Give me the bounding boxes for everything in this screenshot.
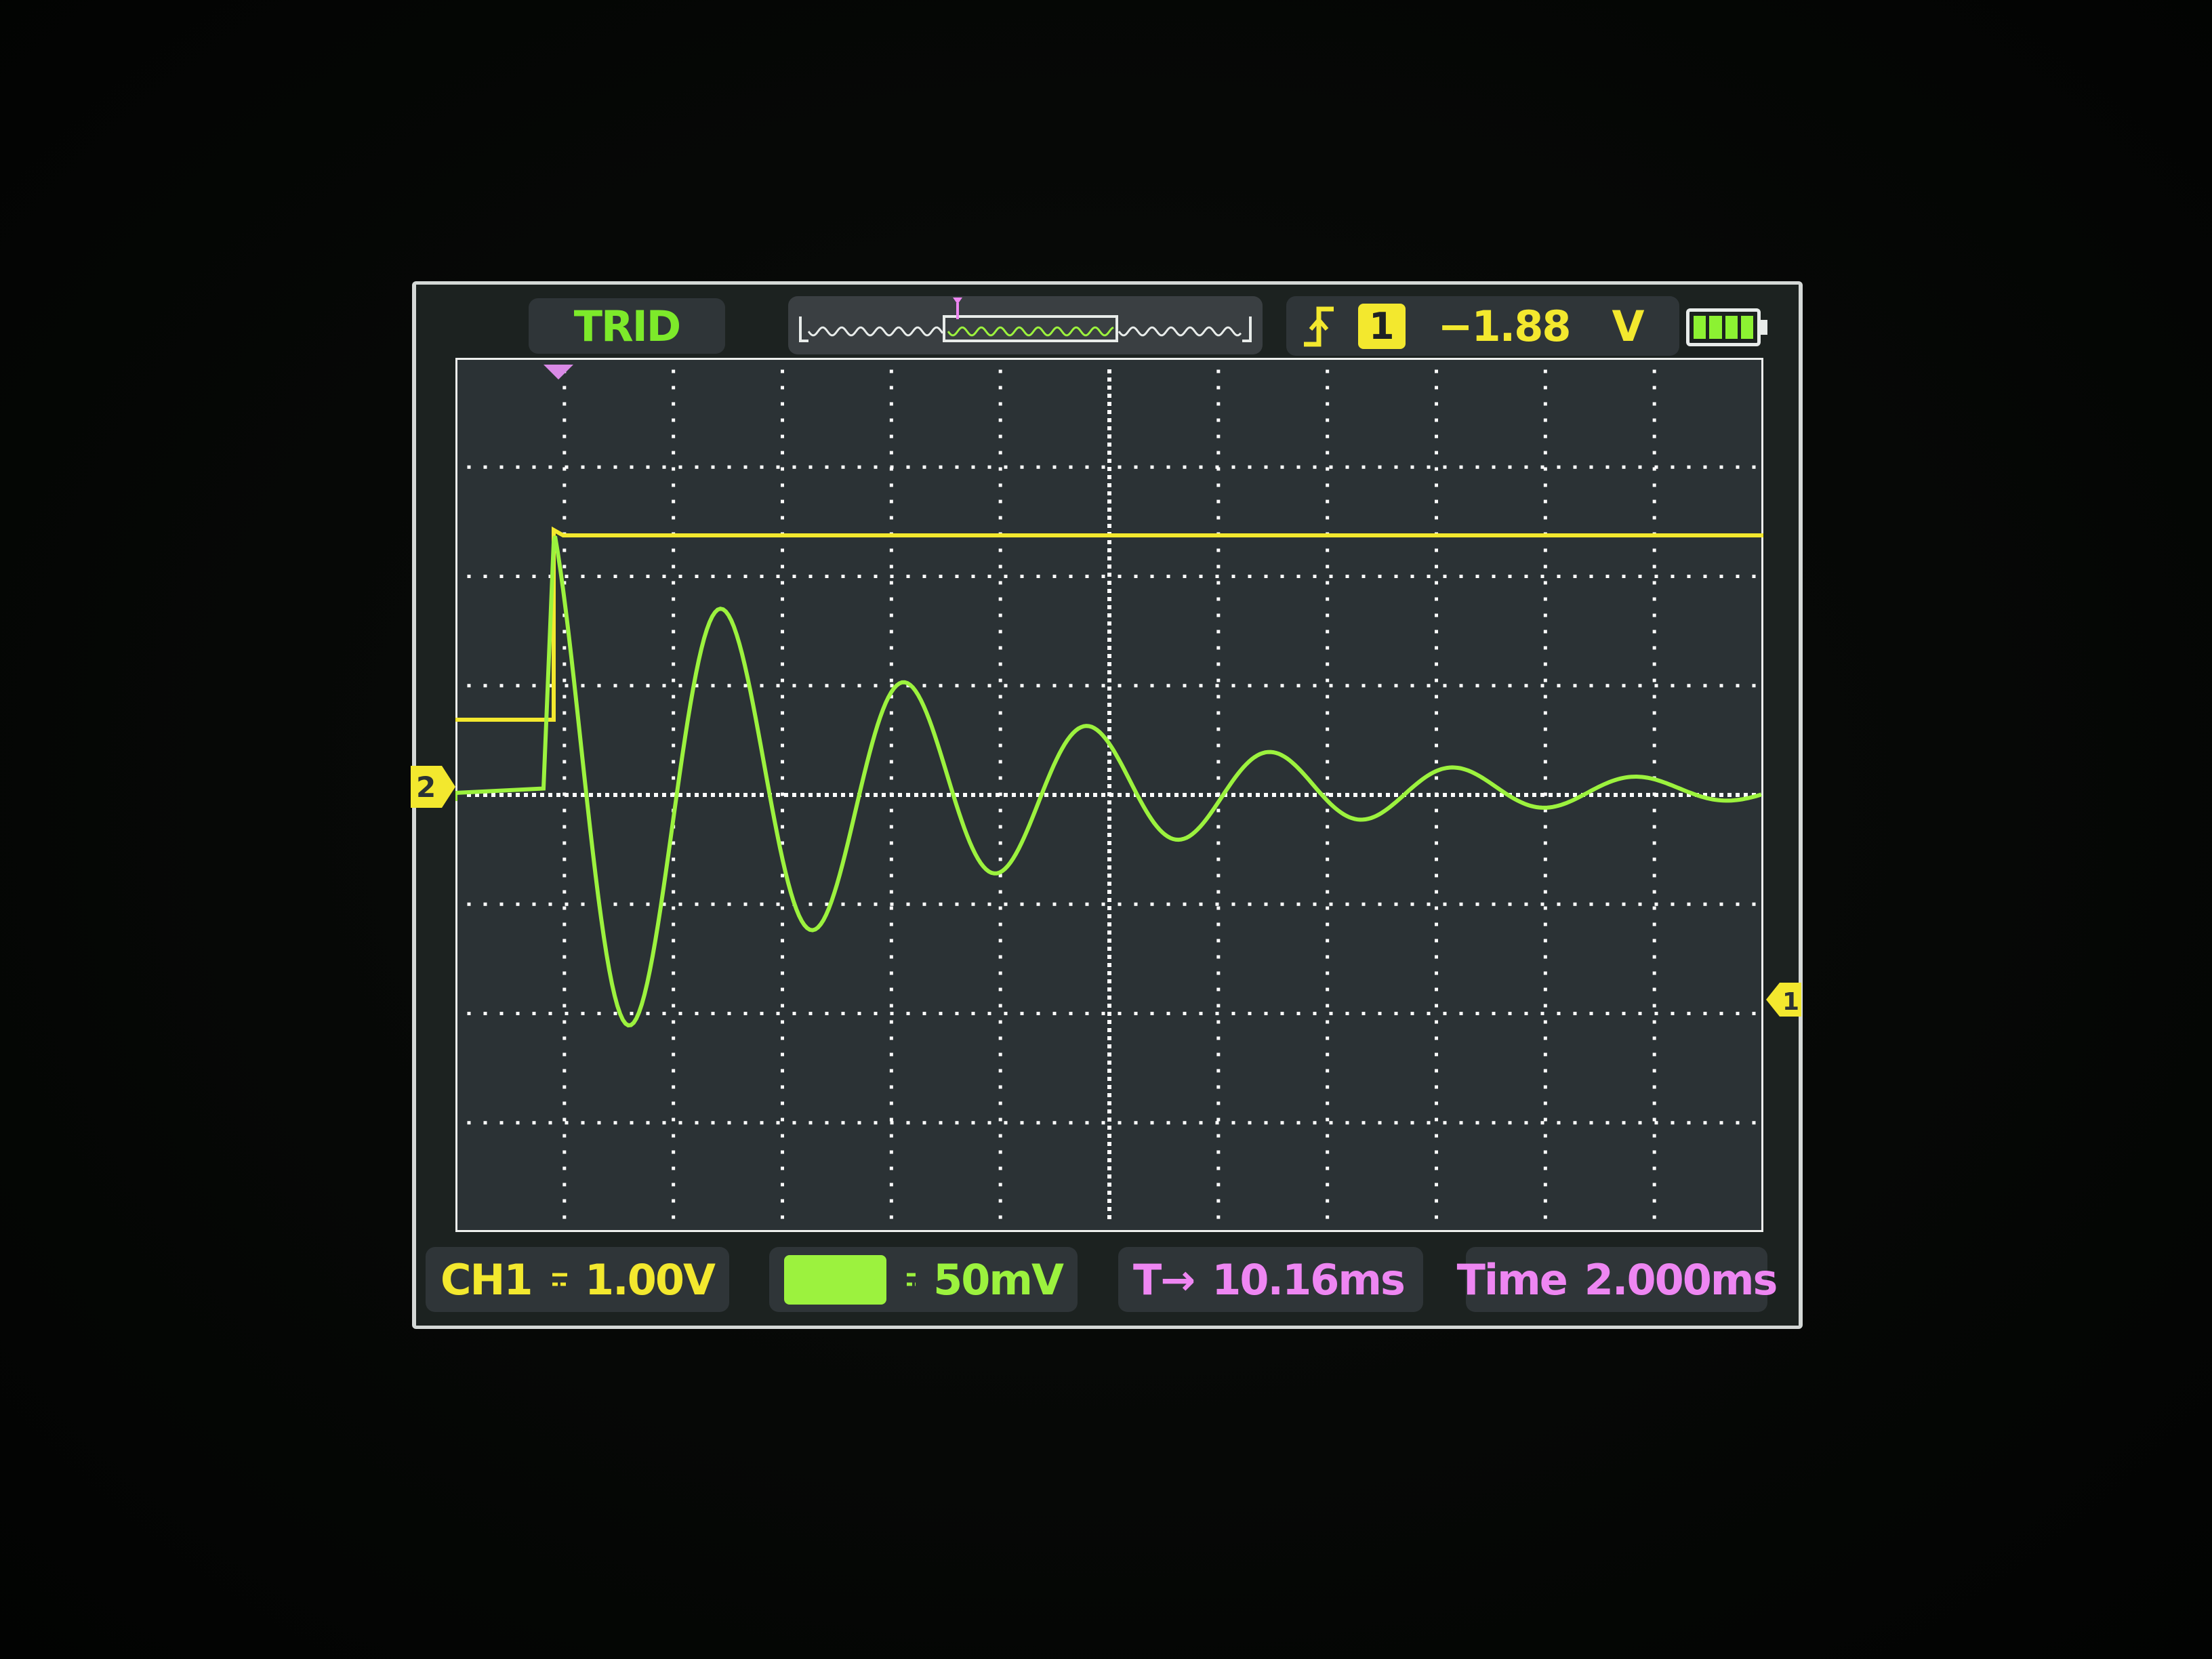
ch2-scale: 50mV (933, 1254, 1064, 1305)
timebase-value: 2.000ms (1584, 1254, 1778, 1305)
trigger-marker-label: 1 (1782, 988, 1799, 1016)
ch1-scale: 1.00V (585, 1254, 716, 1305)
memory-waveform-icon (799, 298, 1252, 342)
trigger-level-marker: 1 (1766, 983, 1801, 1017)
timebase-label: Time (1456, 1254, 1568, 1305)
battery-icon (1686, 308, 1761, 346)
ch2-label: CH2 (784, 1254, 886, 1305)
ch1-label: CH1 (441, 1254, 533, 1305)
trigger-channel-badge: 1 (1358, 303, 1406, 349)
waveform-grid (455, 358, 1763, 1232)
ch2-ground-marker: 2 (411, 766, 455, 808)
ch1-settings: CH1 1.00V (426, 1247, 729, 1312)
trigger-position-settings: T→ 10.16ms (1118, 1247, 1423, 1312)
trigger-unit: V (1612, 301, 1645, 351)
photo-background: { "status": {"label": "TRID"}, "trigger"… (0, 0, 2212, 1659)
battery-tip (1761, 320, 1767, 335)
rising-edge-icon (1304, 306, 1334, 347)
dc-coupling-icon (906, 1273, 916, 1286)
ch2-marker-label: 2 (416, 771, 436, 804)
dc-coupling-icon (552, 1273, 568, 1286)
status-label: TRID (573, 301, 682, 351)
acquisition-status: TRID (529, 298, 725, 354)
trigger-info: 1 −1.88 V (1286, 296, 1679, 356)
time-offset-label: T→ (1133, 1254, 1195, 1305)
trigger-level: −1.88 (1437, 301, 1572, 351)
timebase-settings: Time 2.000ms (1457, 1247, 1778, 1312)
memory-position-indicator (788, 296, 1263, 354)
waveform-display (455, 358, 1763, 1232)
time-offset-value: 10.16ms (1212, 1254, 1406, 1305)
ch2-settings: CH2 50mV (769, 1247, 1078, 1312)
